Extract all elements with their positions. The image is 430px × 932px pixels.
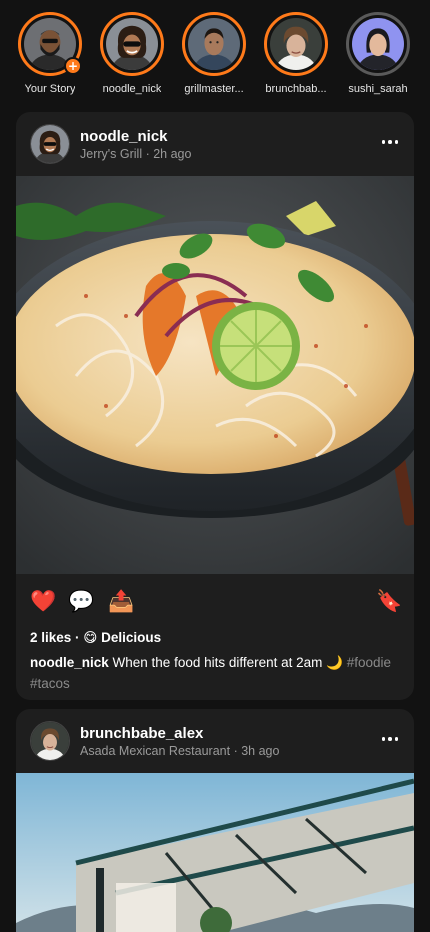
post-time: 2h ago: [153, 147, 192, 161]
avatar: [106, 18, 158, 70]
avatar[interactable]: [30, 124, 70, 164]
story-label: noodle_nick: [102, 83, 162, 95]
story-grillmaster[interactable]: grillmaster...: [174, 12, 254, 95]
story-brunchbabe[interactable]: brunchbab...: [256, 12, 336, 95]
avatar: [352, 18, 404, 70]
post-time: 3h ago: [241, 744, 280, 758]
avatar: [188, 18, 240, 70]
comment-icon[interactable]: 💬: [68, 588, 94, 614]
story-label: grillmaster...: [184, 83, 244, 95]
save-bookmark-icon[interactable]: 🔖: [376, 588, 402, 614]
post-meta: Jerry's Grill · 2h ago: [80, 147, 191, 161]
more-options-button[interactable]: [378, 729, 402, 749]
stories-row: + Your Story noodle_nick grillmaster... …: [0, 0, 430, 104]
likes-count[interactable]: 2 likes · 😋 Delicious: [30, 630, 161, 646]
post-header: noodle_nick Jerry's Grill · 2h ago: [16, 112, 414, 176]
post-username[interactable]: brunchbabe_alex: [80, 725, 203, 742]
caption-username[interactable]: noodle_nick: [30, 655, 109, 670]
post-location[interactable]: Jerry's Grill: [80, 147, 142, 161]
add-story-icon[interactable]: +: [64, 57, 82, 75]
story-ring: +: [18, 12, 82, 76]
post-header: brunchbabe_alex Asada Mexican Restaurant…: [16, 709, 414, 773]
story-noodle-nick[interactable]: noodle_nick: [92, 12, 172, 95]
post-card: noodle_nick Jerry's Grill · 2h ago ❤️ 💬 …: [16, 112, 414, 700]
story-your-story[interactable]: + Your Story: [10, 12, 90, 95]
post-actions: ❤️ 💬 📤 🔖 2 likes · 😋 Delicious noodle_ni…: [16, 574, 414, 691]
more-options-button[interactable]: [378, 132, 402, 152]
story-ring: [264, 12, 328, 76]
like-heart-icon[interactable]: ❤️: [30, 588, 56, 614]
story-label: sushi_sarah: [348, 83, 408, 95]
story-sushi-sarah[interactable]: sushi_sarah: [338, 12, 418, 95]
avatar[interactable]: [30, 721, 70, 761]
post-image[interactable]: [16, 773, 414, 932]
post-image[interactable]: [16, 176, 414, 574]
post-caption: noodle_nick When the food hits different…: [30, 652, 402, 694]
post-card: brunchbabe_alex Asada Mexican Restaurant…: [16, 709, 414, 932]
story-label: brunchbab...: [265, 83, 327, 95]
post-location[interactable]: Asada Mexican Restaurant: [80, 744, 230, 758]
meta-separator: ·: [230, 744, 242, 758]
story-ring: [100, 12, 164, 76]
story-label: Your Story: [24, 83, 76, 95]
avatar: [270, 18, 322, 70]
meta-separator: ·: [142, 147, 154, 161]
post-username[interactable]: noodle_nick: [80, 128, 168, 145]
story-ring: [182, 12, 246, 76]
post-meta: Asada Mexican Restaurant · 3h ago: [80, 744, 279, 758]
share-icon[interactable]: 📤: [108, 588, 134, 614]
story-ring: [346, 12, 410, 76]
caption-text: When the food hits different at 2am 🌙: [112, 655, 343, 670]
